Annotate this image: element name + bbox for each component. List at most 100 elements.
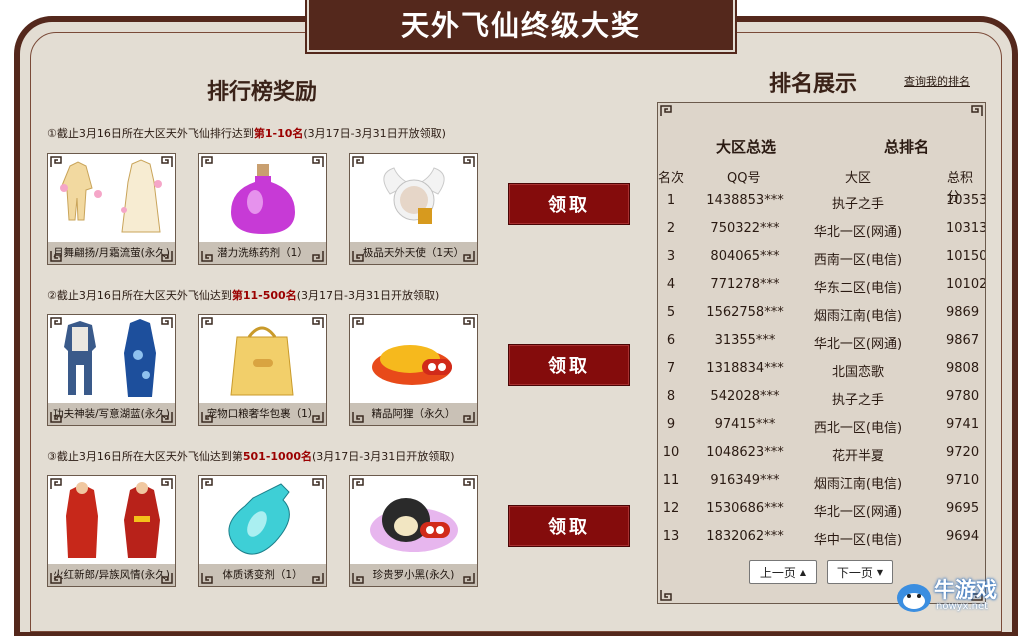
reward-item-mutation-potion[interactable]: 体质诱变剂（1） xyxy=(198,475,327,587)
fret-corner-ornament xyxy=(660,590,672,601)
ranking-panel: 大区总选 总排名 名次 QQ号 大区 总积分 1 1438853*** 执子之手 10… xyxy=(657,102,986,604)
score-cell: 9694 xyxy=(946,529,980,544)
tier-1-rank-range: 第1-10名 xyxy=(253,127,304,140)
table-row: 2 750322*** 华北一区(网通) 10313 xyxy=(658,215,986,243)
area-cell: 花开半夏 xyxy=(831,449,884,464)
fret-corner-ornament xyxy=(201,251,213,262)
score-cell: 10102 xyxy=(946,277,986,292)
fret-corner-ornament xyxy=(463,317,475,328)
fret-corner-ornament xyxy=(312,412,324,423)
qq-cell: 1048623*** xyxy=(706,445,784,460)
rewards-title: 排行榜奖励 xyxy=(207,80,318,105)
fret-corner-ornament xyxy=(50,317,62,328)
qq-cell: 31355*** xyxy=(714,333,776,348)
area-cell: 华东二区(电信) xyxy=(813,281,903,296)
mascot-logo xyxy=(897,584,931,612)
qq-cell: 1438853*** xyxy=(706,193,784,208)
tier-1-claim-period: (3月17日-3月31日开放领取) xyxy=(303,127,446,140)
reward-item-kungfu-outfit[interactable]: 功夫神装/写意湖蓝(永久) xyxy=(47,314,176,426)
qq-cell: 804065*** xyxy=(710,249,780,264)
reward-item-ali[interactable]: 精品阿狸（永久） xyxy=(349,314,478,426)
reward-item-pet-food[interactable]: 宠物口粮奢华包裹（1） xyxy=(198,314,327,426)
item-label: 体质诱变剂（1） xyxy=(199,564,326,586)
fret-corner-ornament xyxy=(352,412,364,423)
qq-cell: 1832062*** xyxy=(706,529,784,544)
item-label: 精品阿狸（永久） xyxy=(350,403,477,425)
score-cell: 9741 xyxy=(946,417,980,432)
qq-cell: 97415*** xyxy=(714,417,776,432)
item-label: 极品天外天使（1天） xyxy=(350,242,477,264)
tier-1-condition: ①截止3月16日所在大区天外飞仙排行达到第1-10名(3月17日-3月31日开放… xyxy=(47,125,446,141)
rank-cell: 3 xyxy=(666,249,676,264)
area-cell: 西南一区(电信) xyxy=(813,253,903,268)
table-row: 13 1832062*** 华中一区(电信) 9694 xyxy=(658,523,985,551)
prev-page-button[interactable]: 上一页 ▲ xyxy=(749,560,817,584)
rank-cell: 13 xyxy=(662,529,680,544)
fret-corner-ornament xyxy=(201,573,213,584)
fret-corner-ornament xyxy=(312,156,324,167)
area-cell: 华北一区(网通) xyxy=(813,505,903,520)
xiaohei-pet-icon xyxy=(370,498,458,552)
fret-corner-ornament xyxy=(463,156,475,167)
my-rank-link[interactable]: 查询我的排名 xyxy=(904,73,970,89)
score-cell: 10313 xyxy=(946,221,986,236)
reward-item-groom-outfit[interactable]: 火红新郎/异族风情(永久) xyxy=(47,475,176,587)
fret-corner-ornament xyxy=(352,317,364,328)
ali-pet-icon xyxy=(372,345,452,385)
column-header-qq: QQ号 xyxy=(727,171,761,186)
ranking-area-header: 大区总选 xyxy=(716,138,777,156)
area-cell: 北国恋歌 xyxy=(831,365,884,380)
qq-cell: 1562758*** xyxy=(706,305,784,320)
qq-cell: 1530686*** xyxy=(706,501,784,516)
fret-corner-ornament xyxy=(312,478,324,489)
rank-cell: 10 xyxy=(662,445,680,460)
area-cell: 执子之手 xyxy=(831,197,884,212)
qq-cell: 1318834*** xyxy=(706,361,784,376)
area-cell: 华北一区(网通) xyxy=(813,225,903,240)
fret-corner-ornament xyxy=(463,573,475,584)
rank-cell: 1 xyxy=(666,193,676,208)
table-row: 5 1562758*** 烟雨江南(电信) 9869 xyxy=(658,299,985,327)
title-banner: 天外飞仙终级大奖 xyxy=(307,0,735,52)
tier-3-rank-range: 501-1000名 xyxy=(242,450,313,463)
table-row: 10 1048623*** 花开半夏 9720 xyxy=(658,439,985,467)
table-row: 4 771278*** 华东二区(电信) 10102 xyxy=(658,271,986,299)
fret-corner-ornament xyxy=(201,156,213,167)
item-label: 月舞翩扬/月霜流萤(永久) xyxy=(48,242,175,264)
table-row: 3 804065*** 西南一区(电信) 10150 xyxy=(658,243,985,271)
claim-button-tier-1[interactable]: 领取 xyxy=(508,183,630,225)
caret-up-icon: ▲ xyxy=(799,567,807,577)
claim-button-tier-3[interactable]: 领取 xyxy=(508,505,630,547)
gift-bag-icon xyxy=(230,326,294,396)
table-row: 8 542028*** 执子之手 9780 xyxy=(658,383,985,411)
fret-corner-ornament xyxy=(50,412,62,423)
prev-page-label: 上一页 xyxy=(759,565,796,580)
qq-cell: 750322*** xyxy=(710,221,780,236)
score-cell: 9710 xyxy=(946,473,980,488)
next-page-button[interactable]: 下一页 ▼ xyxy=(827,560,893,584)
reward-item-angel[interactable]: 极品天外天使（1天） xyxy=(349,153,478,265)
ranking-total-header: 总排名 xyxy=(884,138,930,156)
table-row: 11 916349*** 烟雨江南(电信) 9710 xyxy=(658,467,985,495)
fret-corner-ornament xyxy=(463,251,475,262)
rank-cell: 11 xyxy=(662,473,680,488)
fret-corner-ornament xyxy=(463,478,475,489)
angel-wings-icon xyxy=(383,167,445,224)
claim-button-tier-2[interactable]: 领取 xyxy=(508,344,630,386)
score-cell: 9780 xyxy=(946,389,980,404)
fret-corner-ornament xyxy=(463,412,475,423)
reward-item-xiaohei[interactable]: 珍贵罗小黑(永久) xyxy=(349,475,478,587)
reward-item-potion[interactable]: 潜力洗练药剂（1） xyxy=(198,153,327,265)
table-row: 12 1530686*** 华北一区(网通) 9695 xyxy=(658,495,985,523)
fret-corner-ornament xyxy=(161,156,173,167)
tier-3-claim-period: (3月17日-3月31日开放领取) xyxy=(312,450,455,463)
potion-icon xyxy=(228,483,290,555)
costume-image xyxy=(60,159,162,233)
table-row: 6 31355*** 华北一区(网通) 9867 xyxy=(658,327,985,355)
outfit-image xyxy=(64,319,156,397)
fret-corner-ornament xyxy=(201,478,213,489)
fret-corner-ornament xyxy=(201,317,213,328)
reward-item-costume-moon[interactable]: 月舞翩扬/月霜流萤(永久) xyxy=(47,153,176,265)
fret-corner-ornament xyxy=(161,573,173,584)
score-cell: 9808 xyxy=(946,361,980,376)
